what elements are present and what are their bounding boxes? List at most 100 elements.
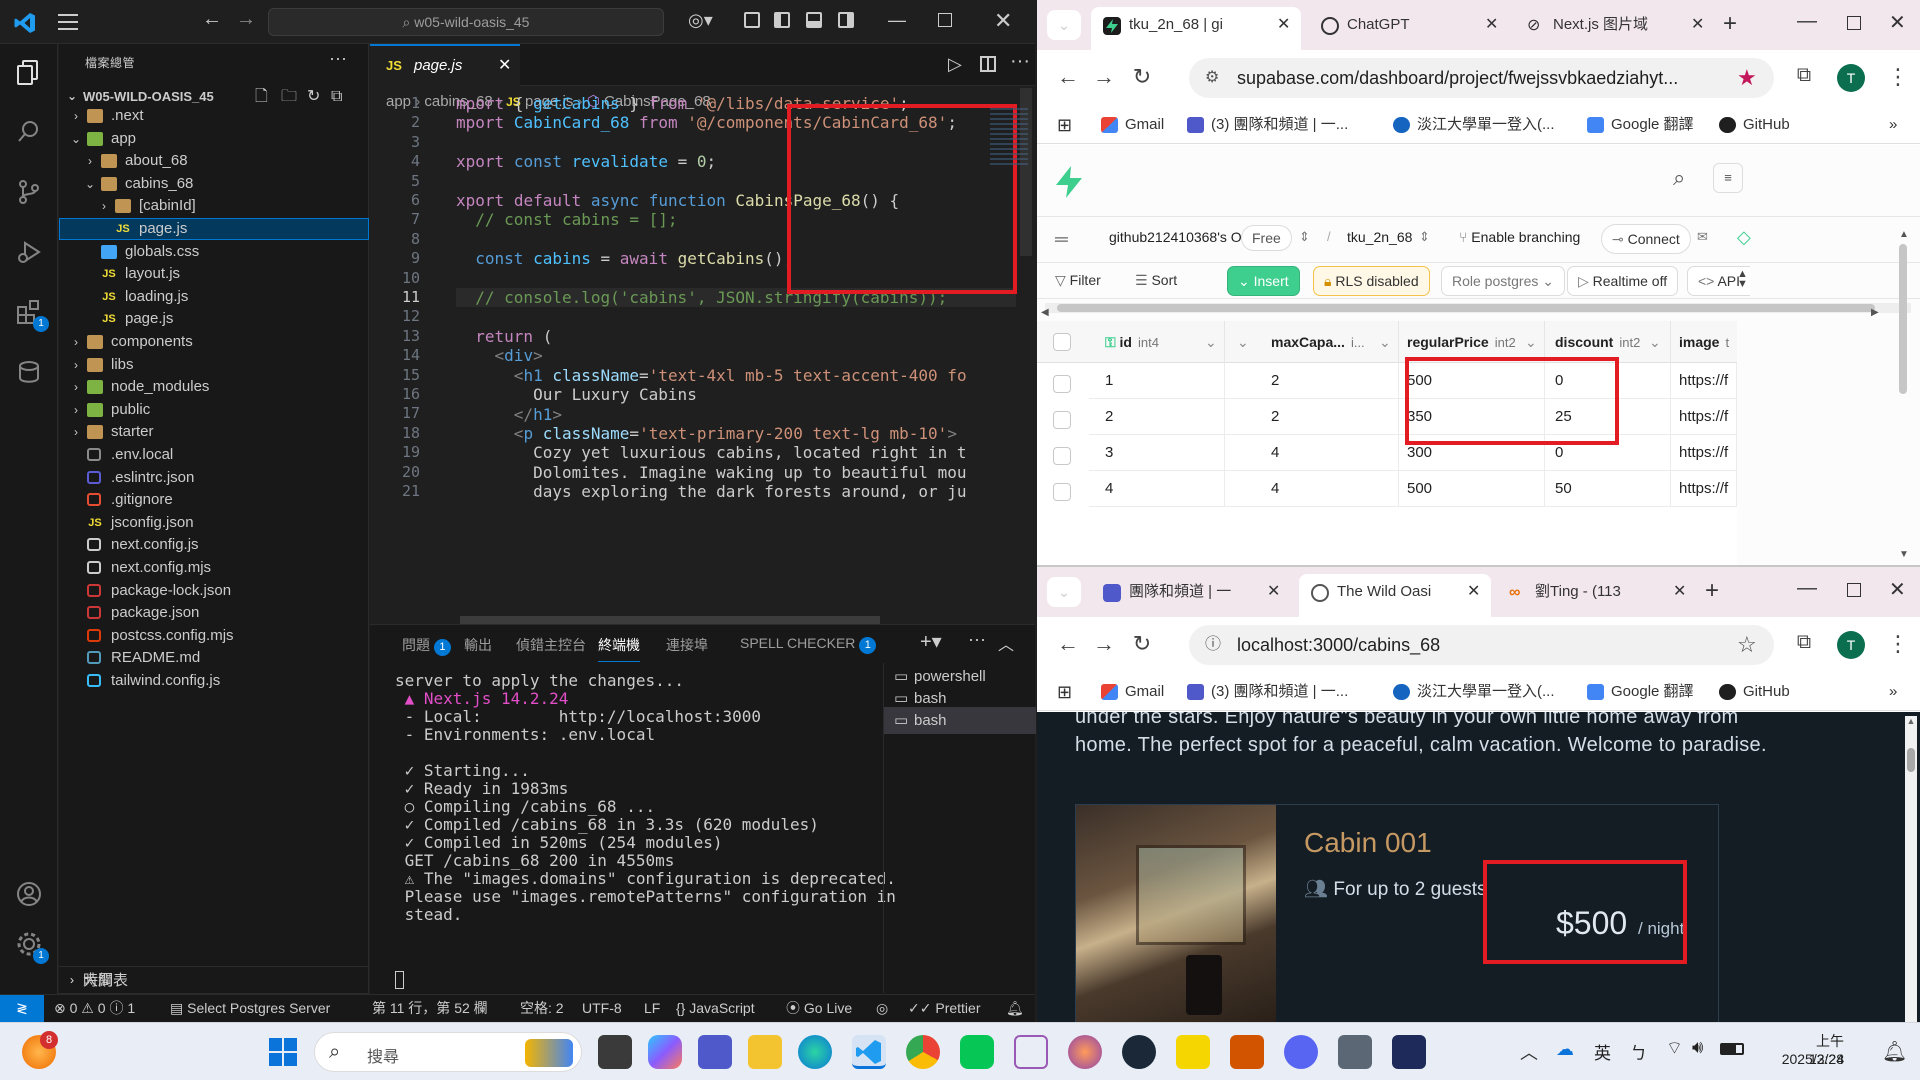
- address-bar[interactable]: ⚙ supabase.com/dashboard/project/fwejssv…: [1189, 58, 1774, 98]
- grid-cell[interactable]: 1: [1089, 363, 1225, 399]
- inbox-icon[interactable]: ✉: [1697, 229, 1708, 245]
- source-control-icon[interactable]: [11, 174, 47, 210]
- horizontal-scrollbar[interactable]: [1045, 303, 1911, 313]
- tab-terminal[interactable]: 終端機: [598, 635, 640, 662]
- folder-libs[interactable]: › libs: [59, 354, 369, 376]
- taskbar-search[interactable]: ⌕ 搜尋: [314, 1032, 582, 1072]
- cursor-position[interactable]: 第 11 行，第 52 欄: [372, 995, 488, 1022]
- remote-icon[interactable]: ≷: [0, 995, 44, 1023]
- org-switch-icon[interactable]: ⇕: [1299, 229, 1310, 245]
- tab-output[interactable]: 輸出: [464, 635, 492, 655]
- grid-cell[interactable]: 4: [1225, 435, 1399, 471]
- file-postcss-config-mjs[interactable]: postcss.config.mjs: [59, 625, 369, 647]
- account-icon[interactable]: [11, 876, 47, 912]
- ime-mode-icon[interactable]: ㄅ: [1630, 1039, 1647, 1064]
- close-tab-icon[interactable]: ✕: [1673, 574, 1686, 610]
- tab-nextjs[interactable]: ⊘ Next.js 图片域 ✕: [1515, 7, 1715, 43]
- file-gitignore[interactable]: .gitignore: [59, 489, 369, 511]
- role-select[interactable]: Role postgres ⌄: [1441, 266, 1566, 296]
- file-next-config-js[interactable]: next.config.js: [59, 534, 369, 556]
- golive-status[interactable]: ⦿ Go Live: [786, 995, 852, 1022]
- file-tailwind-config-js[interactable]: tailwind.config.js: [59, 670, 369, 692]
- folder-next[interactable]: › .next: [59, 105, 369, 127]
- scroll-left-icon[interactable]: ◀: [1041, 307, 1049, 318]
- db-status[interactable]: ▤ Select Postgres Server: [170, 995, 330, 1022]
- filter-button[interactable]: ▽ Filter: [1055, 272, 1101, 289]
- maximize-icon[interactable]: [1847, 16, 1861, 30]
- more-bookmarks-icon[interactable]: »: [1889, 673, 1897, 711]
- row-checkbox[interactable]: [1053, 447, 1071, 465]
- toggle-panel-icon[interactable]: [806, 12, 822, 28]
- folder-app[interactable]: ⌄ app: [59, 128, 369, 150]
- reload-icon[interactable]: ↻: [1127, 64, 1157, 90]
- folder-components[interactable]: › components: [59, 331, 369, 353]
- language-status[interactable]: {} JavaScript: [676, 995, 755, 1022]
- horizontal-scrollbar[interactable]: [460, 616, 880, 624]
- tab-chatgpt[interactable]: ChatGPT ✕: [1309, 7, 1509, 43]
- teams-app-icon[interactable]: [698, 1035, 732, 1069]
- bookmark-gmail[interactable]: Gmail: [1101, 673, 1164, 711]
- back-icon[interactable]: ←: [1053, 64, 1083, 90]
- supabase-logo-icon[interactable]: [1053, 165, 1085, 199]
- menu-icon[interactable]: [58, 14, 78, 30]
- prettier-status[interactable]: ✓✓ Prettier: [908, 995, 980, 1022]
- tab-ting[interactable]: ∞ 劉Ting - (113 ✕: [1497, 574, 1697, 610]
- tab-spell-checker[interactable]: SPELL CHECKER 1: [740, 635, 877, 654]
- close-icon[interactable]: ✕: [1889, 10, 1906, 35]
- vscode-app-icon[interactable]: [852, 1035, 886, 1069]
- close-tab-icon[interactable]: ✕: [1277, 7, 1290, 43]
- panel-more-icon[interactable]: ···: [968, 629, 986, 650]
- folder-node-modules[interactable]: › node_modules: [59, 376, 369, 398]
- org-name[interactable]: github212410368's Org: [1109, 229, 1254, 245]
- star-filled-icon[interactable]: ★: [1737, 58, 1757, 98]
- terminal-instance-2[interactable]: ▭ bash: [884, 707, 1036, 734]
- row-checkbox[interactable]: [1053, 411, 1071, 429]
- menu-icon[interactable]: ═: [1055, 229, 1068, 250]
- bookmark-gmail[interactable]: Gmail: [1101, 106, 1164, 144]
- file-page-js[interactable]: JS page.js: [59, 308, 369, 330]
- snipping-tool-icon[interactable]: [1014, 1035, 1048, 1069]
- grid-cell[interactable]: 2: [1225, 363, 1399, 399]
- back-icon[interactable]: ←: [202, 8, 222, 31]
- grid-cell[interactable]: 4: [1225, 471, 1399, 507]
- start-button[interactable]: [266, 1035, 300, 1069]
- enable-branching-button[interactable]: ⑂ Enable branching: [1459, 229, 1580, 245]
- editor-scrollbar[interactable]: [1020, 88, 1032, 256]
- project-name[interactable]: tku_2n_68: [1347, 229, 1412, 245]
- vpn-app-icon[interactable]: [1392, 1035, 1426, 1069]
- extensions-icon[interactable]: ⧉: [1789, 64, 1819, 87]
- col-id[interactable]: ⚿ id int4 ⌄: [1089, 321, 1225, 363]
- file-package-lock-json[interactable]: package-lock.json: [59, 580, 369, 602]
- sidebar-menu-icon[interactable]: ≡: [1713, 163, 1743, 193]
- scroll-right-icon[interactable]: ▶: [1871, 307, 1879, 318]
- ime-language[interactable]: 英: [1594, 1039, 1611, 1064]
- vertical-scrollbar[interactable]: ▲: [1899, 229, 1909, 519]
- tab-page-js[interactable]: JS page.js ✕: [370, 44, 520, 86]
- file-next-config-mjs[interactable]: next.config.mjs: [59, 557, 369, 579]
- rls-button[interactable]: 🔒︎ RLS disabled: [1313, 266, 1430, 296]
- new-tab-icon[interactable]: +: [1723, 10, 1737, 38]
- project-switch-icon[interactable]: ⇕: [1419, 229, 1430, 245]
- scroll-down-icon[interactable]: ▼: [1899, 549, 1909, 560]
- grid-cell[interactable]: 2: [1225, 399, 1399, 435]
- scroll-arrows-icon[interactable]: ▲ ▼: [1737, 269, 1748, 290]
- task-view-icon[interactable]: [598, 1035, 632, 1069]
- discord-icon[interactable]: [1284, 1035, 1318, 1069]
- onedrive-icon[interactable]: ☁: [1556, 1039, 1574, 1060]
- layout-icon[interactable]: [744, 12, 760, 28]
- tab-problems[interactable]: 問題 1: [402, 635, 451, 656]
- line-icon[interactable]: [960, 1035, 994, 1069]
- bookmark-translate[interactable]: Google 翻譯: [1587, 106, 1694, 144]
- calculator-icon[interactable]: [1338, 1035, 1372, 1069]
- folder-public[interactable]: › public: [59, 399, 369, 421]
- apps-grid-icon[interactable]: ⊞: [1057, 673, 1072, 711]
- bookmark-github[interactable]: GitHub: [1719, 106, 1790, 144]
- vertical-scrollbar[interactable]: ▲▼: [1905, 716, 1917, 1046]
- reload-icon[interactable]: ↻: [1127, 631, 1157, 657]
- bookmark-tku[interactable]: 淡江大學單一登入(...: [1393, 673, 1555, 711]
- toggle-secondary-icon[interactable]: [838, 12, 854, 28]
- database-icon[interactable]: [11, 354, 47, 390]
- wifi-icon[interactable]: ⌔: [1666, 1037, 1683, 1060]
- forward-icon[interactable]: →: [236, 8, 256, 31]
- file-package-json[interactable]: package.json: [59, 602, 369, 624]
